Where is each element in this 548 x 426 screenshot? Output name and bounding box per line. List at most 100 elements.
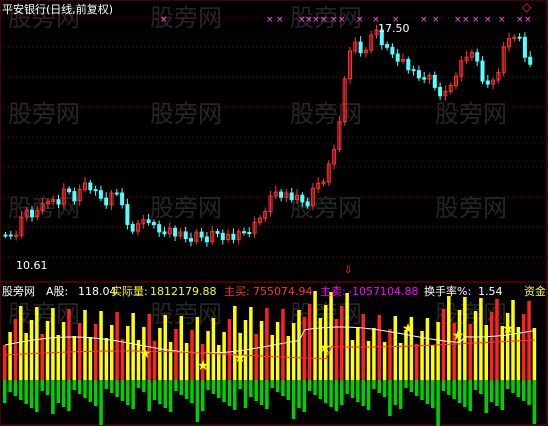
sell-bar: [270, 380, 274, 388]
sell-bar: [195, 380, 200, 422]
volume-bar: [158, 328, 162, 380]
sell-bar: [473, 380, 478, 390]
candle-body: [432, 75, 437, 88]
candle-body: [385, 44, 390, 48]
sell-bar: [3, 380, 7, 403]
candle-body: [406, 59, 411, 71]
sell-bar: [447, 380, 451, 395]
volume-bar: [484, 325, 488, 380]
volume-bar: [473, 311, 478, 380]
candle-body: [104, 197, 109, 206]
low-price-marker: 10.61: [16, 259, 48, 272]
volume-bar: [8, 332, 12, 380]
star-icon: ★: [502, 321, 515, 337]
chart-title: 平安银行(日线,前复权): [2, 3, 114, 16]
volume-bar: [404, 330, 408, 380]
volume-bar: [115, 312, 119, 380]
sell-bar: [147, 380, 151, 411]
candle-body: [3, 234, 8, 237]
candle-body: [305, 201, 310, 207]
diamond-icon[interactable]: ◇: [522, 1, 531, 14]
stock-chart-canvas[interactable]: × × × × × × × × × × × × × × × × × × × × ×★★ ★★★ ★ ★: [0, 0, 548, 426]
sell-bar: [479, 380, 483, 394]
sell-bar: [409, 380, 414, 392]
indicator-name[interactable]: 股旁网: [2, 285, 35, 298]
volume-bar: [83, 310, 87, 380]
sell-bar: [495, 380, 499, 406]
sell-bar: [115, 380, 119, 397]
volume-bar: [168, 342, 173, 380]
sell-bar: [179, 380, 184, 395]
sell-bar: [393, 380, 398, 405]
turnover-value: 1.54: [478, 285, 503, 298]
volume-bar: [532, 328, 537, 380]
signal-marker: ×: [338, 15, 346, 25]
sell-bar: [532, 380, 537, 424]
volume-bar: [334, 319, 339, 380]
sell-bar: [431, 380, 435, 408]
sell-bar: [158, 380, 162, 404]
sell-bar: [136, 380, 141, 388]
sell-bar: [484, 380, 488, 413]
candle-body: [485, 80, 490, 85]
candle-body: [279, 191, 284, 198]
candle-body: [98, 190, 103, 199]
candle-body: [242, 231, 246, 234]
sell-bar: [206, 380, 210, 390]
volume-bar: [174, 329, 178, 380]
sell-bar: [366, 380, 371, 410]
sell-bar: [345, 380, 349, 394]
sell-bar: [40, 380, 44, 391]
volume-bar: [414, 344, 419, 380]
sell-bar: [372, 380, 376, 389]
signal-marker: ×: [516, 15, 524, 25]
sell-bar: [142, 380, 146, 392]
actual-volume-label: 实际量:: [111, 285, 148, 298]
star-icon: ★: [234, 350, 247, 366]
star-icon: ★: [139, 346, 152, 362]
candle-body: [67, 188, 72, 193]
sell-bar: [131, 380, 135, 409]
volume-bar: [313, 291, 317, 380]
signal-marker: ×: [462, 15, 470, 25]
sell-bar: [83, 380, 87, 398]
sell-bar: [222, 380, 226, 402]
sell-bar: [227, 380, 232, 406]
star-icon: ★: [319, 340, 332, 356]
volume-bar: [211, 318, 216, 380]
actual-volume-value: 1812179.88: [150, 285, 217, 298]
sell-bar: [468, 380, 472, 411]
sell-bar: [110, 380, 114, 393]
sell-bar: [463, 380, 467, 407]
candle-body: [215, 231, 220, 234]
sell-bar: [61, 380, 66, 407]
candle-body: [120, 192, 125, 206]
sell-bar: [120, 380, 125, 401]
volume-bar: [227, 319, 232, 380]
sell-bar: [307, 380, 312, 391]
candle-body: [14, 234, 19, 237]
sell-bar: [511, 380, 515, 393]
sell-bar: [361, 380, 365, 406]
sell-bar: [51, 380, 55, 414]
sell-bar: [93, 380, 98, 406]
candle-body: [411, 69, 416, 72]
candle-body: [528, 56, 533, 65]
sell-bar: [275, 380, 280, 392]
sell-bar: [340, 380, 344, 405]
volume-bar: [398, 343, 403, 380]
star-icon: ★: [197, 358, 210, 374]
volume-bar: [270, 335, 274, 380]
volume-bar: [291, 323, 296, 380]
sell-bar: [313, 380, 317, 395]
sell-bar: [184, 380, 189, 399]
volume-bar: [126, 326, 130, 380]
sell-bar: [516, 380, 521, 397]
sell-bar: [233, 380, 237, 410]
sell-bar: [281, 380, 285, 396]
volume-bar: [61, 322, 66, 380]
volume-bar: [265, 308, 269, 380]
candle-body: [522, 36, 527, 58]
sell-bar: [174, 380, 178, 391]
candle-body: [189, 238, 193, 242]
